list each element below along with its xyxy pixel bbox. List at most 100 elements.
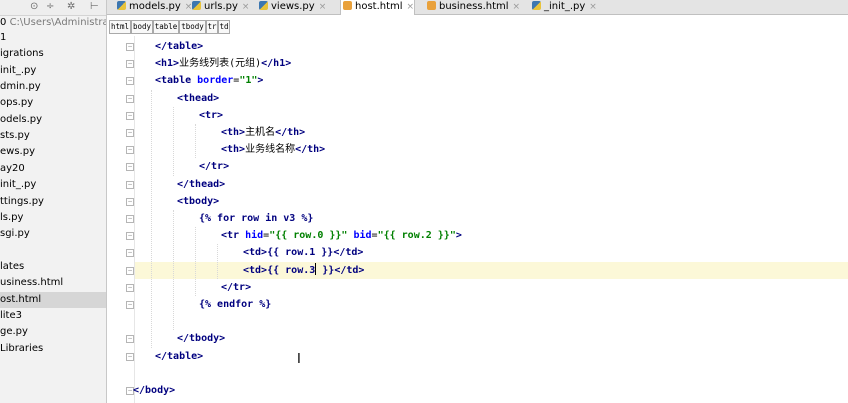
fold-marker-icon[interactable]: − [126, 232, 134, 241]
tab-host-html[interactable]: host.html × [340, 0, 416, 15]
code-token: {% for row in v3 %} [199, 213, 314, 224]
tab-models-py[interactable]: models.py × [115, 0, 192, 14]
close-icon[interactable]: × [407, 2, 415, 12]
collapse-icon[interactable]: ÷ [46, 0, 54, 14]
tree-item[interactable]: usiness.html [0, 275, 106, 291]
project-root[interactable]: 0 C:\Users\Administrato [0, 16, 106, 30]
indent-guide [173, 106, 175, 176]
fold-marker-icon[interactable]: − [126, 283, 134, 292]
tree-item[interactable]: sts.py [0, 128, 106, 144]
fold-marker-icon[interactable]: − [126, 163, 134, 172]
tree-item[interactable]: ls.py [0, 210, 106, 226]
code-token: </th> [275, 127, 306, 138]
breadcrumb-body[interactable]: body [131, 20, 153, 34]
close-icon[interactable]: × [513, 2, 521, 12]
breadcrumb-tbody[interactable]: tbody [179, 20, 206, 34]
tree-item[interactable]: init_.py [0, 177, 106, 193]
tree-item[interactable]: init_.py [0, 63, 106, 79]
project-toolbar: ⊙ ÷ ✲ ⊢ [0, 0, 106, 16]
tree-item[interactable]: ge.py [0, 324, 106, 340]
tab-label: host.html [355, 1, 403, 12]
tree-item[interactable] [0, 243, 106, 259]
tree-item[interactable]: ews.py [0, 144, 106, 160]
code-line[interactable]: </tr> [135, 158, 848, 175]
indent-guide [173, 210, 175, 331]
fold-marker-icon[interactable]: − [126, 146, 134, 155]
fold-marker-icon[interactable]: − [126, 197, 134, 206]
code-line[interactable]: </table> [135, 38, 848, 55]
tree-item[interactable]: odels.py [0, 112, 106, 128]
breadcrumb-td[interactable]: td [218, 20, 230, 34]
code-line[interactable]: <tr hid="{{ row.0 }}" bid="{{ row.2 }}"> [135, 227, 848, 244]
close-icon[interactable]: × [589, 2, 597, 12]
tree-item[interactable]: 1 [0, 30, 106, 46]
fold-marker-icon[interactable]: − [126, 352, 134, 361]
close-icon[interactable]: × [242, 2, 250, 12]
python-file-icon [192, 1, 201, 10]
fold-marker-icon[interactable]: − [126, 129, 134, 137]
target-icon[interactable]: ⊙ [30, 0, 38, 14]
hide-icon[interactable]: ⊢ [90, 0, 99, 14]
tab-init-py[interactable]: _init_.py × [530, 0, 597, 14]
code-line[interactable]: <td>{{ row.1 }}</td> [135, 244, 848, 261]
code-line[interactable]: </table> [135, 348, 848, 365]
code-token: 业务线列表(元组) [179, 58, 262, 70]
tree-item[interactable]: dmin.py [0, 79, 106, 95]
fold-marker-icon[interactable]: − [126, 266, 134, 275]
fold-marker-icon[interactable]: − [126, 335, 134, 344]
tree-item[interactable]: ost.html [0, 291, 106, 308]
code-token: "{{ row.0 }}" [269, 230, 354, 242]
tree-item[interactable]: Libraries [0, 341, 106, 357]
fold-marker-icon[interactable]: − [126, 43, 134, 51]
code-token: {% endfor %} [199, 299, 272, 310]
fold-marker-icon[interactable]: − [126, 301, 134, 309]
fold-marker-icon[interactable]: − [126, 215, 134, 223]
code-line[interactable] [135, 365, 848, 382]
code-token: </table> [155, 41, 204, 52]
tree-item[interactable]: ttings.py [0, 194, 106, 210]
code-line[interactable]: <tbody> [135, 193, 848, 210]
code-line[interactable]: <tr> [135, 107, 848, 124]
fold-marker-icon[interactable]: − [126, 60, 134, 69]
tab-urls-py[interactable]: urls.py × [190, 0, 249, 14]
tab-label: models.py [129, 1, 181, 12]
fold-marker-icon[interactable]: − [126, 180, 134, 189]
breadcrumb-table[interactable]: table [153, 20, 179, 34]
html-file-icon [427, 1, 436, 10]
close-icon[interactable]: × [319, 2, 327, 12]
code-token: <tr> [199, 109, 224, 121]
tree-item[interactable]: sgi.py [0, 226, 106, 242]
code-token: <td> [243, 264, 268, 276]
code-line[interactable]: <h1>业务线列表(元组)</h1> [135, 55, 848, 72]
code-line[interactable]: </thead> [135, 176, 848, 193]
code-line[interactable]: <th>主机名</th> [135, 124, 848, 141]
code-line[interactable]: {% endfor %} [135, 296, 848, 313]
code-line[interactable]: </tr> [135, 279, 848, 296]
code-editor[interactable]: </table> <h1>业务线列表(元组)</h1> <table border=… [133, 36, 848, 403]
fold-marker-icon[interactable]: − [126, 94, 134, 103]
html-file-icon [343, 1, 352, 10]
tab-views-py[interactable]: views.py × [257, 0, 326, 14]
code-line[interactable] [135, 313, 848, 330]
code-line[interactable]: </body> [133, 382, 848, 399]
tree-item[interactable]: lates [0, 259, 106, 275]
code-line[interactable]: </tbody> [135, 330, 848, 347]
code-line[interactable]: {% for row in v3 %} [135, 210, 848, 227]
tree-item[interactable]: lite3 [0, 308, 106, 324]
breadcrumb-tr[interactable]: tr [206, 20, 218, 34]
tab-business-html[interactable]: business.html × [425, 0, 520, 14]
tree-item[interactable]: igrations [0, 46, 106, 62]
tree-item[interactable]: ay20 [0, 161, 106, 177]
code-token: </h1> [261, 58, 292, 70]
indent-guide [151, 89, 153, 348]
code-line[interactable]: <th>业务线名称</th> [135, 141, 848, 158]
fold-marker-icon[interactable]: − [126, 111, 134, 120]
settings-icon[interactable]: ✲ [67, 0, 75, 14]
code-line[interactable]: <td>{{ row.3 }}</td> [135, 261, 848, 279]
tree-item[interactable]: ops.py [0, 95, 106, 111]
code-line[interactable]: <thead> [135, 90, 848, 107]
code-line[interactable]: <table border="1"> [135, 72, 848, 89]
fold-marker-icon[interactable]: − [126, 77, 134, 86]
breadcrumb-html[interactable]: html [109, 20, 131, 34]
fold-marker-icon[interactable]: − [126, 249, 134, 258]
